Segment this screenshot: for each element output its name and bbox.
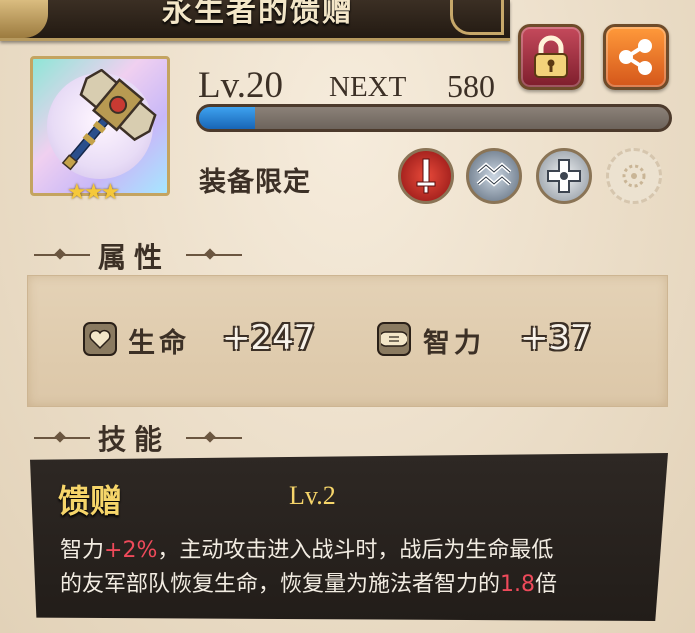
- wave-icon: [476, 162, 512, 187]
- cross-class-icon[interactable]: [536, 148, 592, 204]
- heart-icon: [89, 329, 111, 350]
- attributes-header: 属性: [98, 241, 171, 274]
- rarity-stars: ★★★: [67, 180, 120, 205]
- hp-attribute-value: +247: [222, 318, 316, 358]
- skill-desc-highlight: +2%: [104, 538, 158, 563]
- title-banner: 永生者的馈赠: [0, 0, 510, 41]
- scroll-icon: [381, 331, 407, 347]
- equip-limit-label: 装备限定: [199, 167, 311, 198]
- int-attribute-label: 智力: [423, 328, 485, 359]
- cross-icon: [547, 159, 581, 193]
- skill-description-line-1: 智力+2%，主动攻击进入战斗时，战后为生命最低: [60, 532, 660, 564]
- item-title: 永生者的馈赠: [162, 0, 354, 29]
- int-attribute-value: +37: [520, 318, 592, 358]
- skill-desc-text: 智力: [60, 538, 105, 563]
- hp-attribute-icon: [83, 322, 117, 356]
- next-exp-value: 580: [447, 68, 495, 104]
- lock-icon: [534, 35, 568, 78]
- next-label: NEXT: [329, 71, 407, 103]
- int-attribute-icon: [377, 322, 411, 356]
- skill-desc-highlight: 1.8: [500, 572, 536, 597]
- skill-level: Lv.2: [289, 481, 336, 510]
- exp-progress-bar: [196, 104, 672, 132]
- banner-ornament-left: [0, 0, 48, 38]
- sword-class-icon[interactable]: [398, 148, 454, 204]
- skill-name: 馈赠: [58, 482, 123, 520]
- level-label: Lv.20: [198, 65, 283, 106]
- banner-ornament-right: [450, 0, 504, 35]
- skill-description-line-2: 的友军部队恢复生命，恢复量为施法者智力的1.8倍: [60, 566, 660, 598]
- skill-desc-text: ，主动攻击进入战斗时，战后为生命最低: [157, 538, 554, 563]
- hp-attribute-label: 生命: [128, 328, 190, 359]
- disabled-class-icon[interactable]: [606, 148, 662, 204]
- skill-desc-text: 倍: [535, 572, 558, 597]
- wave-class-icon[interactable]: [466, 148, 522, 204]
- item-icon-frame[interactable]: [30, 56, 170, 196]
- hammer-icon: [61, 69, 157, 171]
- share-icon: [619, 39, 652, 75]
- skill-desc-text: 的友军部队恢复生命，恢复量为施法者智力的: [60, 572, 501, 597]
- exp-progress-fill: [199, 107, 256, 129]
- lock-button[interactable]: [518, 24, 584, 90]
- share-button[interactable]: [603, 24, 669, 90]
- sword-icon: [416, 158, 436, 194]
- skills-header: 技能: [98, 423, 171, 456]
- dim-class-icon: [622, 164, 646, 188]
